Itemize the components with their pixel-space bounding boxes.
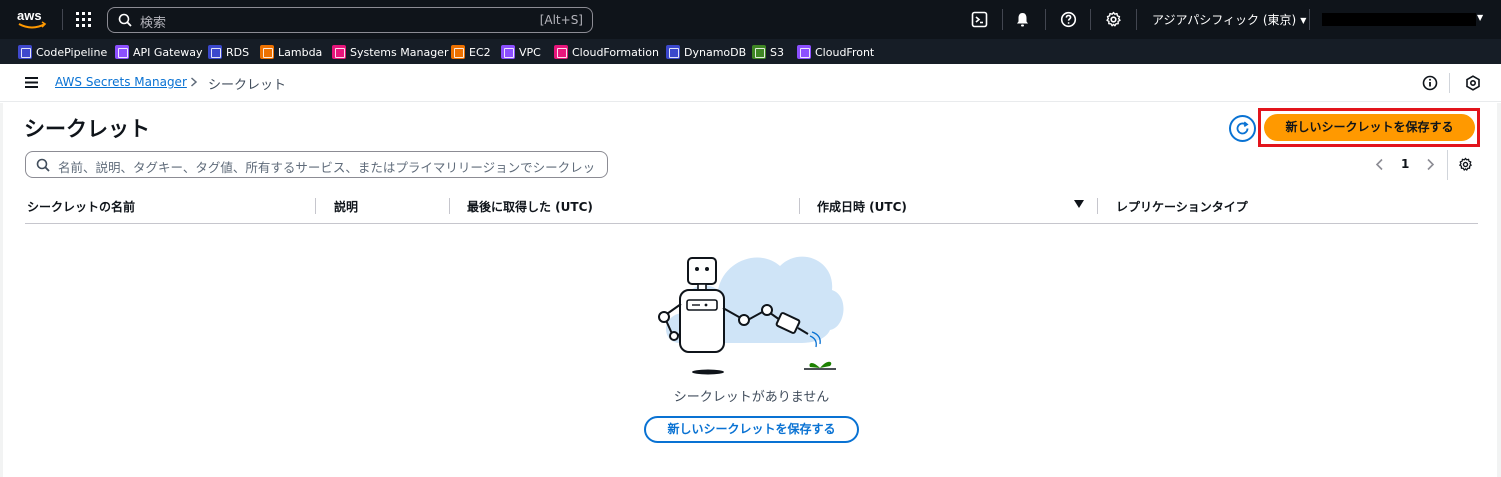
empty-state-store-new-secret-button[interactable]: 新しいシークレットを保存する bbox=[644, 416, 859, 443]
global-search-input[interactable]: 検索 [Alt+S] bbox=[107, 7, 593, 33]
favorite-label: DynamoDB bbox=[684, 45, 747, 59]
store-new-secret-button[interactable]: 新しいシークレットを保存する bbox=[1264, 114, 1475, 141]
favorite-rds[interactable]: RDS bbox=[208, 44, 249, 60]
dynamodb-icon bbox=[666, 45, 680, 59]
filter-placeholder: 名前、説明、タグキー、タグ値、所有するサービス、またはプライマリリージョンでシー… bbox=[58, 160, 598, 175]
divider bbox=[1045, 9, 1046, 30]
gear-icon[interactable] bbox=[1458, 157, 1473, 172]
cloudfront-icon bbox=[797, 45, 811, 59]
favorite-label: CloudFormation bbox=[572, 45, 659, 59]
caret-down-icon: ▼ bbox=[1300, 16, 1307, 25]
favorite-cloudfront[interactable]: CloudFront bbox=[797, 44, 874, 60]
divider bbox=[62, 9, 63, 30]
column-header-description[interactable]: 説明 bbox=[334, 198, 358, 215]
favorite-ec2[interactable]: EC2 bbox=[451, 44, 491, 60]
caret-down-icon[interactable]: ▼ bbox=[1477, 13, 1483, 22]
codepipeline-icon bbox=[18, 45, 32, 59]
column-resizer[interactable] bbox=[799, 198, 800, 214]
favorite-dynamodb[interactable]: DynamoDB bbox=[666, 44, 746, 60]
column-header-replication-type[interactable]: レプリケーションタイプ bbox=[1116, 198, 1248, 215]
empty-state-text: シークレットがありません bbox=[673, 390, 830, 405]
services-grid-icon[interactable] bbox=[76, 12, 91, 27]
favorite-codepipeline[interactable]: CodePipeline bbox=[18, 44, 107, 60]
chevron-right-icon[interactable] bbox=[1426, 158, 1435, 171]
top-navigation: aws 検索 [Alt+S] アジアパシフィック (東京) ▼ ▼ bbox=[0, 0, 1501, 39]
divider bbox=[1449, 73, 1450, 93]
favorite-systems-manager[interactable]: Systems Manager bbox=[332, 44, 448, 60]
cloudshell-icon[interactable] bbox=[971, 11, 988, 28]
refresh-button[interactable] bbox=[1229, 115, 1256, 142]
favorite-label: CodePipeline bbox=[36, 45, 108, 59]
content-frame-right bbox=[1497, 103, 1501, 477]
favorite-label: Systems Manager bbox=[350, 45, 449, 59]
page-number[interactable]: 1 bbox=[1401, 157, 1409, 171]
rds-icon bbox=[208, 45, 222, 59]
ec2-icon bbox=[451, 45, 465, 59]
secrets-table-header: シークレットの名前 説明 最後に取得した (UTC) 作成日時 (UTC) レプ… bbox=[25, 191, 1478, 224]
breadcrumb-current: シークレット bbox=[208, 78, 287, 93]
info-icon[interactable] bbox=[1422, 75, 1438, 91]
favorite-s3[interactable]: S3 bbox=[752, 44, 784, 60]
search-icon bbox=[118, 13, 132, 27]
favorite-label: RDS bbox=[226, 45, 250, 59]
favorite-label: S3 bbox=[770, 45, 784, 59]
column-header-last-retrieved[interactable]: 最後に取得した (UTC) bbox=[467, 198, 593, 215]
aws-logo-text: aws bbox=[17, 8, 42, 23]
favorite-lambda[interactable]: Lambda bbox=[260, 44, 322, 60]
breadcrumb-service-link[interactable]: AWS Secrets Manager bbox=[55, 75, 187, 89]
divider bbox=[1002, 9, 1003, 30]
divider bbox=[1447, 150, 1448, 180]
page-title: シークレット bbox=[24, 117, 150, 141]
vpc-icon bbox=[501, 45, 515, 59]
column-resizer[interactable] bbox=[1097, 198, 1098, 214]
favorite-label: VPC bbox=[519, 45, 541, 59]
search-shortcut: [Alt+S] bbox=[539, 13, 583, 27]
account-menu-redacted[interactable] bbox=[1322, 13, 1476, 26]
empty-state-message: シークレットがありません bbox=[0, 386, 1501, 405]
favorite-label: Lambda bbox=[278, 45, 323, 59]
refresh-icon bbox=[1236, 121, 1249, 135]
favorites-bar: CodePipeline API Gateway RDS Lambda Syst… bbox=[0, 39, 1501, 64]
hexagon-settings-icon[interactable] bbox=[1465, 75, 1481, 91]
divider bbox=[1090, 9, 1091, 30]
s3-icon bbox=[752, 45, 766, 59]
api-gateway-icon bbox=[115, 45, 129, 59]
favorite-label: CloudFront bbox=[815, 45, 875, 59]
search-icon bbox=[36, 158, 50, 172]
content-frame-left bbox=[0, 103, 3, 477]
chevron-left-icon[interactable] bbox=[1375, 158, 1384, 171]
divider bbox=[1136, 9, 1137, 30]
gear-icon[interactable] bbox=[1105, 11, 1122, 28]
region-selector[interactable]: アジアパシフィック (東京) ▼ bbox=[1152, 11, 1306, 28]
cloudformation-icon bbox=[554, 45, 568, 59]
search-placeholder: 検索 bbox=[140, 16, 167, 31]
favorite-cloudformation[interactable]: CloudFormation bbox=[554, 44, 659, 60]
aws-logo[interactable]: aws bbox=[16, 7, 48, 33]
sort-descending-icon[interactable] bbox=[1074, 200, 1084, 208]
secrets-filter-input[interactable]: 名前、説明、タグキー、タグ値、所有するサービス、またはプライマリリージョンでシー… bbox=[25, 151, 608, 178]
bell-icon[interactable] bbox=[1014, 11, 1031, 28]
favorite-label: API Gateway bbox=[133, 45, 203, 59]
systems-manager-icon bbox=[332, 45, 346, 59]
column-resizer[interactable] bbox=[449, 198, 450, 214]
favorite-vpc[interactable]: VPC bbox=[501, 44, 541, 60]
lambda-icon bbox=[260, 45, 274, 59]
favorite-api-gateway[interactable]: API Gateway bbox=[115, 44, 203, 60]
robot-watering-plant-illustration bbox=[658, 256, 844, 375]
column-resizer[interactable] bbox=[315, 198, 316, 214]
help-icon[interactable] bbox=[1060, 11, 1077, 28]
region-label: アジアパシフィック (東京) bbox=[1152, 13, 1297, 27]
column-header-name[interactable]: シークレットの名前 bbox=[27, 198, 135, 215]
favorite-label: EC2 bbox=[469, 45, 491, 59]
breadcrumb-bar: AWS Secrets Manager シークレット bbox=[0, 64, 1501, 102]
chevron-right-icon bbox=[191, 77, 198, 87]
hamburger-menu-icon[interactable] bbox=[25, 77, 38, 88]
divider bbox=[1309, 9, 1310, 30]
column-header-created[interactable]: 作成日時 (UTC) bbox=[817, 198, 907, 215]
